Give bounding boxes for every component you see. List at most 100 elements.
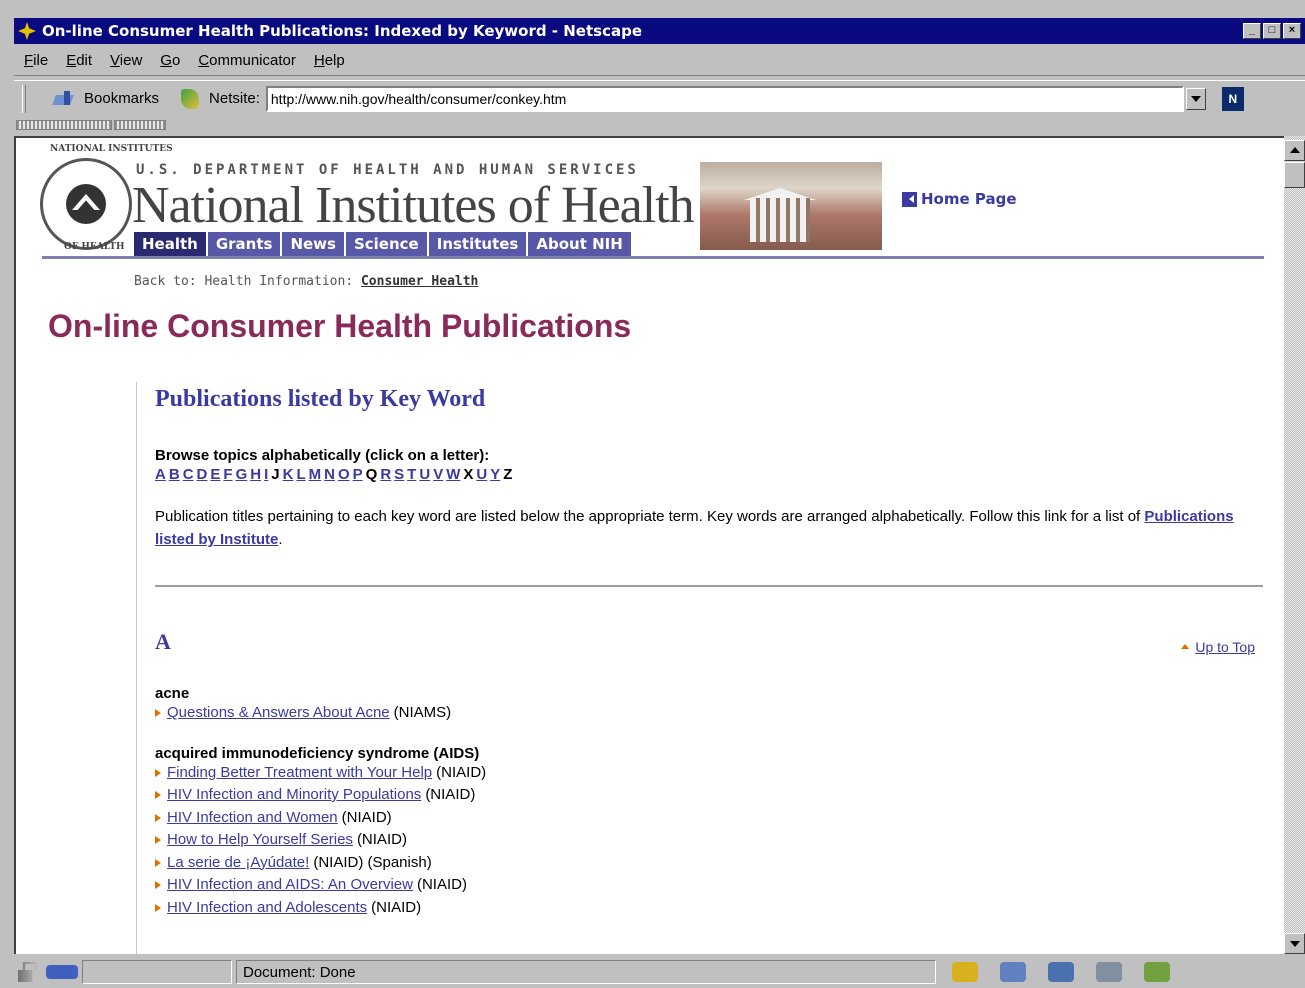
- tab-grants[interactable]: Grants: [207, 232, 283, 256]
- netscape-logo[interactable]: N: [1221, 86, 1244, 111]
- letter-w-link[interactable]: W: [446, 466, 460, 483]
- bookmarks-icon[interactable]: [52, 89, 78, 109]
- browse-label: Browse topics alphabetically (click on a…: [155, 447, 490, 464]
- window-title: On-line Consumer Health Publications: In…: [42, 22, 642, 40]
- maximize-button[interactable]: □: [1263, 23, 1281, 39]
- security-lock-icon[interactable]: [18, 962, 38, 982]
- letter-f-link[interactable]: F: [223, 466, 232, 483]
- status-bar: Document: Done: [14, 956, 1305, 988]
- menu-edit[interactable]: Edit: [66, 52, 92, 69]
- letter-l-link[interactable]: L: [296, 466, 305, 483]
- tab-about-nih[interactable]: About NIH: [528, 232, 633, 256]
- menu-view[interactable]: View: [110, 52, 142, 69]
- seal-top-text: NATIONAL INSTITUTES: [50, 144, 173, 154]
- up-to-top-link[interactable]: Up to Top: [1181, 639, 1255, 655]
- scroll-thumb[interactable]: [1284, 162, 1305, 188]
- letter-g-link[interactable]: G: [236, 466, 248, 483]
- url-dropdown-button[interactable]: [1185, 87, 1206, 110]
- content-divider: [155, 585, 1263, 587]
- publication-link[interactable]: HIV Infection and Adolescents: [167, 897, 367, 920]
- letter-o-link[interactable]: O: [338, 466, 350, 483]
- publication-link[interactable]: HIV Infection and Minority Populations: [167, 784, 421, 807]
- letter-d-link[interactable]: D: [197, 466, 208, 483]
- nih-building-photo: [700, 162, 882, 250]
- topic-heading: acne: [155, 685, 190, 702]
- page-proxy-icon[interactable]: [181, 88, 200, 109]
- netsite-label: Netsite:: [209, 90, 260, 107]
- letter-e-link[interactable]: E: [210, 466, 220, 483]
- nih-seal-emblem-icon: [66, 184, 106, 224]
- publication-link[interactable]: How to Help Yourself Series: [167, 829, 353, 852]
- close-button[interactable]: ×: [1283, 23, 1301, 39]
- tab-news[interactable]: News: [282, 232, 346, 256]
- publication-source: (NIAID): [341, 808, 392, 826]
- url-input[interactable]: http://www.nih.gov/health/consumer/conke…: [265, 85, 1184, 112]
- seal-bottom-text: OF HEALTH: [64, 242, 125, 252]
- menu-file[interactable]: File: [24, 52, 48, 69]
- navigator-icon[interactable]: [952, 962, 978, 982]
- publication-link[interactable]: La serie de ¡Ayúdate!: [167, 852, 309, 875]
- menu-bar: File Edit View Go Communicator Help: [14, 46, 1305, 76]
- bullet-arrow-icon: [155, 813, 165, 822]
- publication-source: (NIAID): [356, 831, 407, 848]
- nih-nav-tabs: Health Grants News Science Institutes Ab…: [134, 232, 633, 256]
- mail-icon[interactable]: [1000, 962, 1026, 982]
- nih-wordmark: National Institutes of Health: [132, 177, 695, 234]
- menu-communicator[interactable]: Communicator: [198, 52, 296, 69]
- home-page-label[interactable]: Home Page: [921, 190, 1017, 208]
- letter-u-link[interactable]: U: [419, 466, 430, 483]
- publication-item: How to Help Yourself Series (NIAID): [155, 829, 1266, 852]
- letter-h-link[interactable]: H: [250, 466, 261, 483]
- tab-health[interactable]: Health: [134, 232, 208, 256]
- scroll-up-button[interactable]: [1284, 140, 1305, 161]
- publication-item: HIV Infection and Women (NIAID): [155, 807, 1266, 830]
- letter-i-link[interactable]: I: [264, 466, 268, 483]
- publication-link[interactable]: HIV Infection and Women: [167, 807, 338, 830]
- publication-item: Questions & Answers About Acne (NIAMS): [155, 702, 1266, 725]
- menu-help[interactable]: Help: [314, 52, 345, 69]
- topic-heading: acquired immunodeficiency syndrome (AIDS…: [155, 744, 480, 762]
- address-book-icon[interactable]: [1096, 962, 1122, 982]
- breadcrumb-consumer-health-link[interactable]: Consumer Health: [361, 274, 478, 289]
- publication-link[interactable]: Questions & Answers About Acne: [167, 702, 390, 725]
- scroll-down-button[interactable]: [1284, 933, 1305, 954]
- tab-institutes[interactable]: Institutes: [428, 232, 529, 256]
- menu-go[interactable]: Go: [160, 52, 180, 69]
- letter-c-link[interactable]: C: [183, 466, 194, 483]
- letter-n-link[interactable]: N: [324, 466, 335, 483]
- home-page-link[interactable]: Home Page: [902, 190, 1017, 208]
- newsgroups-icon[interactable]: [1048, 962, 1074, 982]
- publication-link[interactable]: Finding Better Treatment with Your Help: [167, 762, 432, 785]
- publication-link[interactable]: HIV Infection and AIDS: An Overview: [167, 874, 413, 897]
- publication-item: HIV Infection and Minority Populations (N…: [155, 784, 1266, 807]
- publication-source: (NIAID): [425, 786, 476, 803]
- section-heading: Publications listed by Key Word: [155, 386, 486, 412]
- tab-science[interactable]: Science: [345, 232, 429, 256]
- letter-u-link[interactable]: U: [476, 466, 487, 483]
- bullet-arrow-icon: [155, 768, 165, 777]
- vertical-scrollbar[interactable]: [1284, 136, 1305, 954]
- netscape-app-icon[interactable]: [18, 22, 36, 40]
- letter-m-link[interactable]: M: [309, 466, 322, 483]
- bullet-arrow-icon: [155, 858, 165, 867]
- location-toolbar: Bookmarks Netsite: http://www.nih.gov/he…: [14, 80, 1305, 116]
- bookmarks-button[interactable]: Bookmarks: [84, 90, 159, 107]
- toolbar-collapse-tabs[interactable]: [14, 118, 174, 134]
- composer-icon[interactable]: [1144, 962, 1170, 982]
- letter-k-link[interactable]: K: [283, 466, 294, 483]
- publication-item: HIV Infection and AIDS: An Overview (NIAI…: [155, 874, 1266, 897]
- letter-t-link[interactable]: T: [407, 466, 416, 483]
- intro-text: Publication titles pertaining to each ke…: [155, 508, 1141, 525]
- letter-b-link[interactable]: B: [169, 466, 180, 483]
- letter-y-link[interactable]: Y: [490, 466, 500, 483]
- letter-v-link[interactable]: V: [433, 466, 443, 483]
- letter-s-link[interactable]: S: [394, 466, 404, 483]
- letter-section-header: A Up to Top: [155, 629, 1255, 655]
- letter-r-link[interactable]: R: [380, 466, 391, 483]
- minimize-button[interactable]: _: [1243, 23, 1261, 39]
- breadcrumb: Back to: Health Information: Consumer He…: [134, 274, 478, 289]
- letter-p-link[interactable]: P: [353, 466, 363, 483]
- bullet-arrow-icon: [155, 836, 165, 845]
- letter-a-link[interactable]: A: [155, 466, 166, 483]
- toolbar-grip[interactable]: [22, 84, 26, 113]
